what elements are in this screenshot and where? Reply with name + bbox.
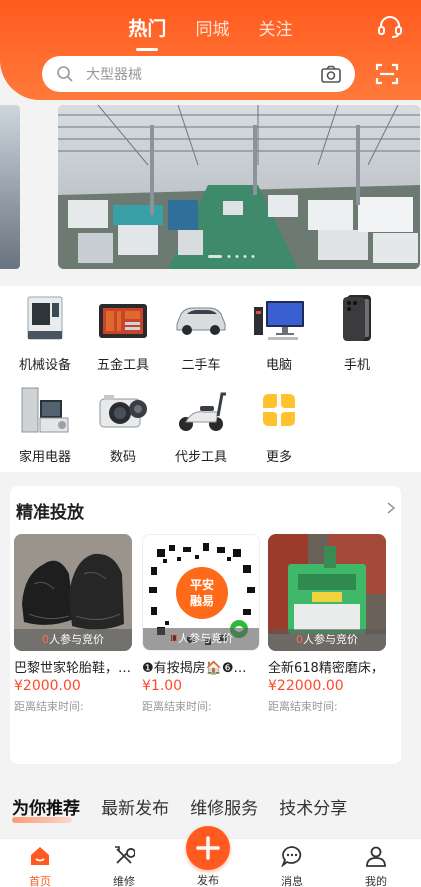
- qr-logo-text-top: 平安: [190, 577, 214, 592]
- category-label: 更多: [265, 450, 292, 465]
- nav-label: 我的: [365, 875, 387, 887]
- tab-local[interactable]: 同城: [196, 15, 230, 40]
- auction-end-label: 距离结束时间:: [268, 700, 338, 713]
- camera-icon: [95, 384, 151, 436]
- bid-count-badge: 0人参与竞价: [14, 629, 132, 651]
- category-label: 五金工具: [96, 358, 149, 373]
- product-price: ¥1.00: [142, 678, 183, 694]
- nav-label: 首页: [29, 875, 51, 887]
- nav-messages[interactable]: 消息: [262, 845, 322, 887]
- scooter-icon: [173, 384, 229, 436]
- product-image: 0人参与竞价: [268, 534, 386, 651]
- tab-tech-share[interactable]: 技术分享: [279, 794, 347, 819]
- category-used-car[interactable]: 二手车: [166, 292, 236, 373]
- category-label: 数码: [109, 450, 136, 465]
- computer-icon: [251, 292, 307, 344]
- banner-image[interactable]: [58, 105, 420, 269]
- product-name: ❶有按揭房🏠❻…: [142, 661, 247, 676]
- nav-label: 维修: [113, 875, 135, 887]
- toolbox-icon: [95, 292, 151, 344]
- machine-icon: [17, 292, 73, 344]
- banner-prev-slide[interactable]: [0, 105, 20, 269]
- category-label: 电脑: [265, 358, 292, 373]
- category-machinery[interactable]: 机械设备: [10, 292, 80, 373]
- banner-carousel[interactable]: [0, 105, 421, 269]
- headset-icon[interactable]: [377, 14, 403, 40]
- product-image: 0人参与竞价: [14, 534, 132, 651]
- wrench-icon: [115, 846, 136, 864]
- nav-profile[interactable]: 我的: [346, 845, 406, 887]
- category-more[interactable]: 更多: [244, 384, 314, 465]
- product-card[interactable]: 0人参与竞价 巴黎世家轮胎鞋，… ¥2000.00 距离结束时间:: [14, 534, 132, 714]
- auction-end-label: 距离结束时间:: [142, 700, 212, 713]
- product-price: ¥22000.00: [268, 678, 344, 694]
- appliance-icon: [17, 384, 73, 436]
- category-computer[interactable]: 电脑: [244, 292, 314, 373]
- product-image: 平安 融易 0人参与竞价: [142, 534, 260, 651]
- product-card[interactable]: 平安 融易 0人参与竞价 ❶有按揭房🏠❻… ¥1.00 距离结束时间:: [142, 534, 260, 714]
- tab-recommend-for-you[interactable]: 为你推荐: [12, 794, 80, 823]
- product-name: 全新618精密磨床，: [268, 661, 384, 676]
- message-icon: [280, 846, 302, 868]
- home-icon: [31, 847, 49, 865]
- tab-follow[interactable]: 关注: [259, 15, 293, 40]
- category-hardware-tools[interactable]: 五金工具: [88, 292, 158, 373]
- camera-search-icon[interactable]: [321, 65, 341, 83]
- car-icon: [173, 292, 229, 344]
- bid-count-badge: 0人参与竞价: [143, 628, 259, 650]
- tab-repair-service[interactable]: 维修服务: [190, 794, 258, 819]
- phone-icon: [329, 292, 385, 344]
- category-scooter[interactable]: 代步工具: [166, 384, 236, 465]
- publish-button[interactable]: [186, 826, 230, 870]
- tab-hot[interactable]: 热门: [128, 14, 166, 51]
- plus-icon: [196, 836, 220, 860]
- category-label: 机械设备: [18, 358, 71, 373]
- nav-repair[interactable]: 维修: [94, 845, 154, 887]
- chevron-right-icon[interactable]: [385, 502, 397, 514]
- nav-home[interactable]: 首页: [10, 845, 70, 887]
- publish-label: 发布: [197, 874, 219, 887]
- recommend-tabs: 为你推荐 最新发布 维修服务 技术分享: [12, 794, 363, 823]
- precise-section: 精准投放 0人参与竞价 巴黎世家轮胎鞋，… ¥2000.00 距离结束时间: 平…: [10, 486, 401, 764]
- category-appliances[interactable]: 家用电器: [10, 384, 80, 465]
- bid-count-badge: 0人参与竞价: [268, 629, 386, 651]
- product-card[interactable]: 0人参与竞价 全新618精密磨床， ¥22000.00 距离结束时间:: [268, 534, 386, 714]
- category-grid: 机械设备 五金工具 二手车 电脑 手机 家用电器 数码 代步工具 更多: [0, 286, 421, 472]
- category-digital[interactable]: 数码: [88, 384, 158, 465]
- product-price: ¥2000.00: [14, 678, 81, 694]
- category-label: 手机: [343, 358, 370, 373]
- search-input[interactable]: 大型器械: [86, 64, 321, 84]
- search-bar[interactable]: 大型器械: [42, 56, 355, 92]
- top-tabs: 热门 同城 关注: [0, 14, 421, 51]
- auction-end-label: 距离结束时间:: [14, 700, 84, 713]
- category-phone[interactable]: 手机: [322, 292, 392, 373]
- more-icon: [251, 384, 307, 436]
- nav-label: 消息: [281, 875, 303, 887]
- section-title: 精准投放: [16, 503, 84, 523]
- qr-logo-text-bottom: 融易: [190, 593, 214, 608]
- product-name: 巴黎世家轮胎鞋，…: [14, 661, 132, 676]
- scan-icon[interactable]: [375, 62, 399, 86]
- tab-latest[interactable]: 最新发布: [101, 794, 169, 819]
- category-label: 代步工具: [174, 450, 227, 465]
- category-label: 二手车: [181, 358, 221, 373]
- category-label: 家用电器: [18, 450, 71, 465]
- search-icon: [57, 66, 73, 82]
- user-icon: [366, 846, 386, 867]
